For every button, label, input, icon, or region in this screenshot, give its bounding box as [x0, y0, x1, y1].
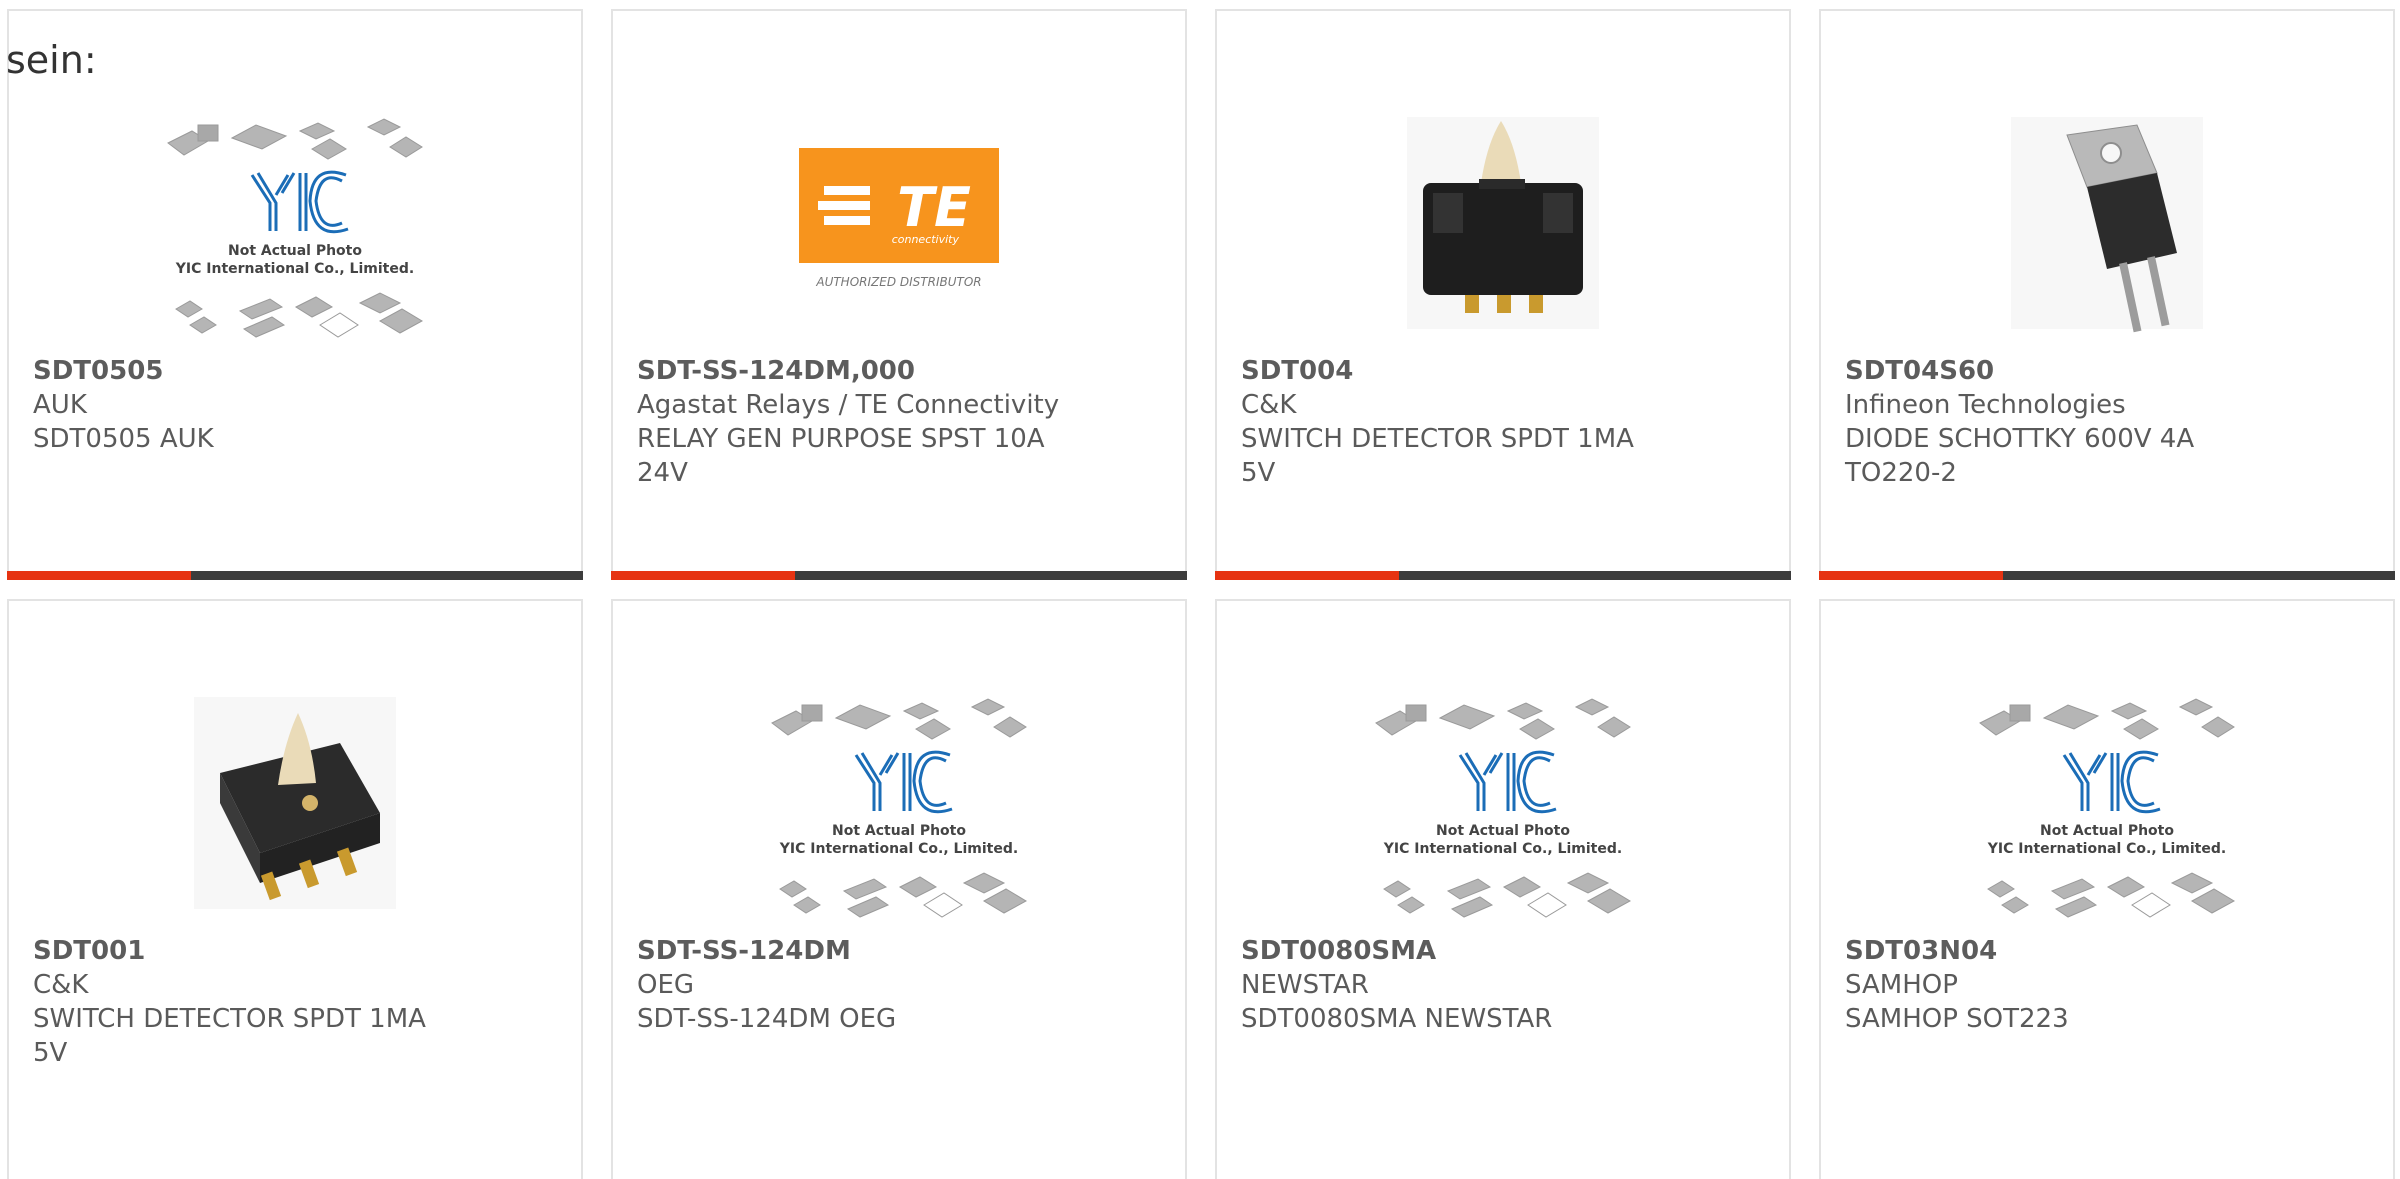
- part-number[interactable]: SDT0505: [33, 354, 557, 388]
- placeholder-caption-2: YIC International Co., Limited.: [175, 261, 414, 277]
- description: SDT0505 AUK: [33, 424, 214, 454]
- description: DIODE SCHOTTKY 600V 4A TO220-2: [1845, 424, 2195, 488]
- description: SDT-SS-124DM OEG: [637, 1004, 897, 1034]
- product-info: SDT04S60 Infineon Technologies DIODE SCH…: [1845, 354, 2369, 490]
- manufacturer: OEG: [637, 970, 695, 1000]
- placeholder-caption-2: YIC International Co., Limited.: [1383, 841, 1622, 857]
- manufacturer: Agastat Relays / TE Connectivity: [637, 390, 1060, 420]
- description: SAMHOP SOT223: [1845, 1004, 2069, 1034]
- hover-progress-bar: [1215, 571, 1791, 580]
- placeholder-caption-1: Not Actual Photo: [832, 823, 966, 839]
- manufacturer: C&K: [33, 970, 89, 1000]
- product-image[interactable]: Not Actual Photo YIC International Co., …: [1217, 673, 1789, 933]
- product-image[interactable]: [9, 673, 581, 933]
- yic-placeholder-image: Not Actual Photo YIC International Co., …: [167, 118, 424, 338]
- placeholder-caption-2: YIC International Co., Limited.: [1987, 841, 2226, 857]
- description: SWITCH DETECTOR SPDT 1MA 5V: [1241, 424, 1634, 488]
- product-image[interactable]: Not Actual Photo YIC International Co., …: [9, 93, 581, 353]
- to220-diode-image: [2011, 117, 2203, 333]
- hover-progress-bar: [7, 571, 583, 580]
- yic-placeholder-image: Not Actual Photo YIC International Co., …: [1375, 698, 1632, 918]
- part-number[interactable]: SDT001: [33, 934, 557, 968]
- product-info: SDT0080SMA NEWSTAR SDT0080SMA NEWSTAR: [1241, 934, 1765, 1036]
- description: RELAY GEN PURPOSE SPST 10A 24V: [637, 424, 1045, 488]
- product-card[interactable]: TE connectivity AUTHORIZED DISTRIBUTOR S…: [611, 9, 1187, 580]
- part-number[interactable]: SDT-SS-124DM,000: [637, 354, 1161, 388]
- manufacturer: AUK: [33, 390, 87, 420]
- intro-text: sein:: [6, 38, 97, 82]
- hover-progress-bar: [611, 571, 1187, 580]
- product-info: SDT03N04 SAMHOP SAMHOP SOT223: [1845, 934, 2369, 1036]
- product-image[interactable]: [1217, 93, 1789, 353]
- description: SWITCH DETECTOR SPDT 1MA 5V: [33, 1004, 426, 1068]
- te-logo-tagline: AUTHORIZED DISTRIBUTOR: [815, 275, 981, 289]
- product-card[interactable]: Not Actual Photo YIC International Co., …: [611, 599, 1187, 1179]
- manufacturer: Infineon Technologies: [1845, 390, 2126, 420]
- product-info: SDT-SS-124DM OEG SDT-SS-124DM OEG: [637, 934, 1161, 1036]
- product-card[interactable]: Not Actual Photo YIC International Co., …: [1215, 599, 1791, 1179]
- product-info: SDT0505 AUK SDT0505 AUK: [33, 354, 557, 456]
- placeholder-caption-1: Not Actual Photo: [1436, 823, 1570, 839]
- product-card[interactable]: SDT001 C&K SWITCH DETECTOR SPDT 1MA 5V: [7, 599, 583, 1179]
- te-connectivity-logo: TE connectivity AUTHORIZED DISTRIBUTOR: [799, 148, 999, 289]
- switch-detector-angle-image: [194, 697, 396, 909]
- progress-fill: [611, 571, 796, 580]
- product-card[interactable]: Not Actual Photo YIC International Co., …: [1819, 599, 2395, 1179]
- placeholder-caption-2: YIC International Co., Limited.: [779, 841, 1018, 857]
- placeholder-caption-1: Not Actual Photo: [2040, 823, 2174, 839]
- product-info: SDT001 C&K SWITCH DETECTOR SPDT 1MA 5V: [33, 934, 557, 1070]
- manufacturer: SAMHOP: [1845, 970, 1958, 1000]
- product-image[interactable]: Not Actual Photo YIC International Co., …: [1821, 673, 2393, 933]
- hover-progress-bar: [1819, 571, 2395, 580]
- part-number[interactable]: SDT-SS-124DM: [637, 934, 1161, 968]
- manufacturer: NEWSTAR: [1241, 970, 1369, 1000]
- product-image[interactable]: [1821, 93, 2393, 353]
- part-number[interactable]: SDT04S60: [1845, 354, 2369, 388]
- part-number[interactable]: SDT03N04: [1845, 934, 2369, 968]
- product-grid: Not Actual Photo YIC International Co., …: [0, 0, 2400, 1179]
- te-logo-sub: connectivity: [892, 233, 960, 246]
- progress-fill: [7, 571, 192, 580]
- yic-placeholder-image: Not Actual Photo YIC International Co., …: [1979, 698, 2236, 918]
- description: SDT0080SMA NEWSTAR: [1241, 1004, 1553, 1034]
- progress-fill: [1819, 571, 2004, 580]
- product-card[interactable]: SDT04S60 Infineon Technologies DIODE SCH…: [1819, 9, 2395, 580]
- placeholder-caption-1: Not Actual Photo: [228, 243, 362, 259]
- progress-fill: [1215, 571, 1400, 580]
- part-number[interactable]: SDT0080SMA: [1241, 934, 1765, 968]
- product-image[interactable]: Not Actual Photo YIC International Co., …: [613, 673, 1185, 933]
- product-card[interactable]: SDT004 C&K SWITCH DETECTOR SPDT 1MA 5V: [1215, 9, 1791, 580]
- product-image[interactable]: TE connectivity AUTHORIZED DISTRIBUTOR: [613, 93, 1185, 353]
- switch-detector-image: [1407, 117, 1599, 329]
- product-info: SDT004 C&K SWITCH DETECTOR SPDT 1MA 5V: [1241, 354, 1765, 490]
- manufacturer: C&K: [1241, 390, 1297, 420]
- part-number[interactable]: SDT004: [1241, 354, 1765, 388]
- product-info: SDT-SS-124DM,000 Agastat Relays / TE Con…: [637, 354, 1161, 490]
- product-card[interactable]: Not Actual Photo YIC International Co., …: [7, 9, 583, 580]
- te-logo-word: TE: [897, 176, 971, 239]
- yic-placeholder-image: Not Actual Photo YIC International Co., …: [771, 698, 1028, 918]
